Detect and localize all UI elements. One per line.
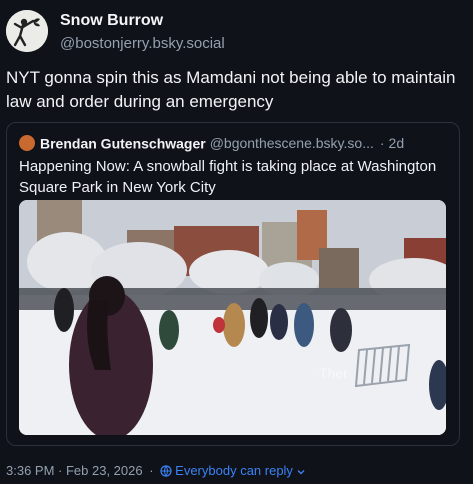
post-timestamp[interactable]: 3:36 PM · Feb 23, 2026	[6, 463, 143, 478]
banksy-thrower-icon	[6, 10, 48, 52]
quoted-post-video[interactable]: Ther	[19, 200, 446, 435]
author-avatar[interactable]	[6, 10, 48, 52]
reply-setting-label: Everybody can reply	[175, 463, 293, 478]
quoted-post-text: Happening Now: A snowball fight is takin…	[19, 158, 437, 196]
author-display-name[interactable]: Snow Burrow	[60, 12, 163, 30]
separator-dot: ·	[379, 135, 385, 152]
reply-setting-button[interactable]: Everybody can reply	[160, 463, 309, 478]
post[interactable]: Snow Burrow @bostonjerry.bsky.social NYT…	[0, 0, 473, 484]
chevron-down-icon	[297, 470, 305, 475]
quoted-post-header: Brendan Gutenschwager @bgonthescene.bsky.…	[19, 134, 449, 154]
snowball-fight-photo: Ther	[19, 200, 446, 435]
post-text: NYT gonna spin this as Mamdani not being…	[6, 68, 456, 111]
quoted-post[interactable]: Brendan Gutenschwager @bgonthescene.bsky.…	[6, 122, 460, 446]
quoted-author-avatar[interactable]	[19, 135, 35, 152]
post-footer: 3:36 PM · Feb 23, 2026 · Everybody can r…	[6, 463, 309, 478]
globe-icon	[160, 465, 172, 477]
author-handle[interactable]: @bostonjerry.bsky.social	[60, 35, 225, 52]
video-watermark: Ther	[319, 365, 348, 381]
quoted-post-time[interactable]: 2d	[389, 135, 405, 151]
footer-separator: ·	[145, 463, 158, 478]
quoted-author-handle[interactable]: @bgonthescene.bsky.so...	[210, 135, 374, 151]
quoted-author-display-name[interactable]: Brendan Gutenschwager	[40, 135, 206, 151]
